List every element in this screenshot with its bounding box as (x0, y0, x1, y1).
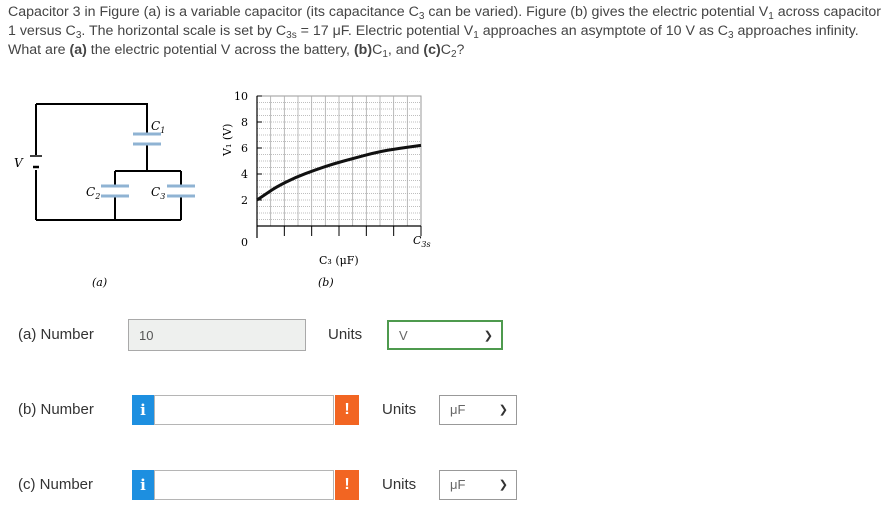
units-label-c: Units (382, 476, 417, 493)
row-label-b: (b) Number (18, 401, 94, 418)
y-tick-label: 4 (241, 168, 248, 181)
unit-value-a: V (399, 328, 408, 343)
warning-icon[interactable]: ! (335, 395, 359, 425)
x-axis-label: C₃ (μF) (319, 254, 359, 267)
label-c2: C2 (86, 185, 100, 201)
answer-input-c[interactable] (154, 470, 334, 500)
figure: V C1 C2 C3 (a) 10 8 6 4 2 0 V₁ (V) C₃ (μF) C3… (14, 90, 431, 289)
y-tick-label: 10 (234, 90, 248, 103)
label-c3: C3 (151, 185, 165, 201)
chart-grid (256, 95, 422, 238)
y-tick-labels: 10 8 6 4 2 0 (234, 90, 262, 249)
y-tick-label: 8 (241, 116, 248, 129)
unit-value-b: μF (450, 402, 466, 417)
warning-icon[interactable]: ! (335, 470, 359, 500)
unit-select-a[interactable]: V ❯ (387, 320, 503, 350)
unit-select-b[interactable]: μF ❯ (439, 395, 517, 425)
units-label-b: Units (382, 401, 417, 418)
y-tick-label: 0 (241, 236, 248, 249)
info-icon[interactable]: i (132, 470, 154, 500)
chevron-down-icon: ❯ (498, 404, 508, 416)
caption-a: (a) (92, 276, 107, 289)
unit-select-c[interactable]: μF ❯ (439, 470, 517, 500)
info-icon[interactable]: i (132, 395, 154, 425)
row-label-a: (a) Number (18, 326, 94, 343)
y-tick-label: 6 (241, 142, 248, 155)
label-v: V (14, 156, 24, 170)
y-tick-label: 2 (241, 194, 248, 207)
question-text: Capacitor 3 in Figure (a) is a variable … (8, 4, 882, 60)
units-label-a: Units (328, 326, 363, 343)
answer-input-b[interactable] (154, 395, 334, 425)
chevron-down-icon: ❯ (483, 330, 493, 342)
label-c1: C1 (151, 119, 165, 135)
chart: 10 8 6 4 2 0 V₁ (V) C₃ (μF) C3s (b) (221, 90, 431, 289)
row-label-c: (c) Number (18, 476, 94, 493)
answer-input-a[interactable] (128, 319, 306, 351)
x-end-label: C3s (413, 234, 431, 249)
chevron-down-icon: ❯ (498, 479, 508, 491)
caption-b: (b) (318, 276, 334, 289)
unit-value-c: μF (450, 477, 466, 492)
y-axis-label: V₁ (V) (221, 124, 234, 157)
